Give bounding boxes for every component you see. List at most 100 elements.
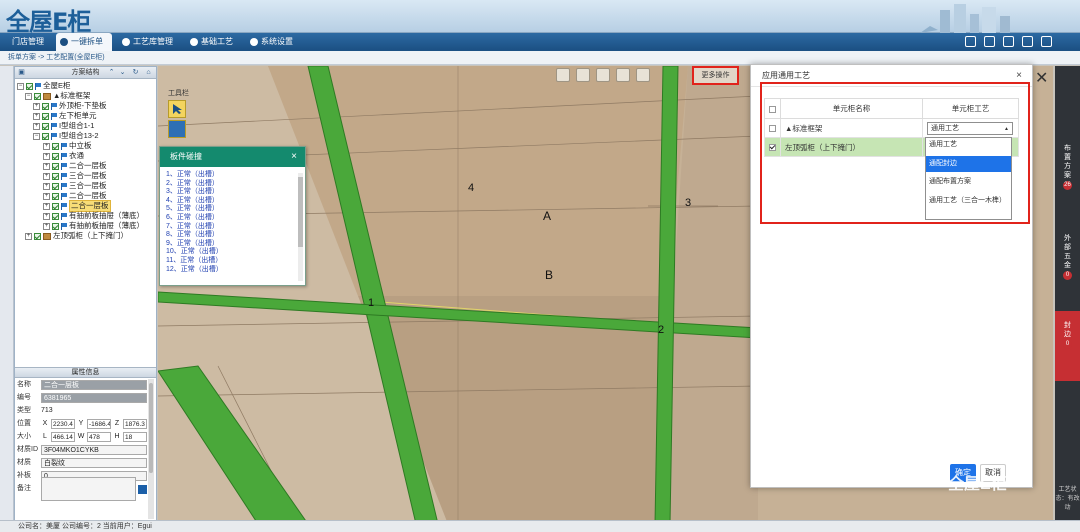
flag-icon bbox=[61, 162, 67, 170]
home-icon[interactable]: ⌂ bbox=[144, 68, 153, 77]
flag-icon bbox=[61, 152, 67, 160]
prop-size: 大小 L 466.14 W 478 H 18 bbox=[17, 431, 147, 443]
close-icon[interactable]: × bbox=[291, 147, 297, 167]
count-badge: 0 bbox=[1063, 340, 1072, 349]
fullscreen-icon[interactable] bbox=[616, 68, 630, 82]
watermark-left: 大数跨境 bbox=[60, 504, 125, 521]
header-toolbar bbox=[965, 36, 1052, 47]
close-icon[interactable]: ✕ bbox=[1035, 68, 1048, 88]
settings-icon bbox=[250, 38, 258, 46]
tree-node[interactable]: + 外顶柜-下垫板 bbox=[17, 101, 154, 111]
copy-icon[interactable] bbox=[168, 120, 186, 138]
list-item[interactable]: 11、正常（出槽） bbox=[166, 257, 299, 266]
menu-craft-library[interactable]: 工艺库管理 bbox=[118, 33, 177, 51]
point-label-2: 2 bbox=[658, 324, 664, 336]
flag-icon bbox=[51, 112, 57, 120]
flag-icon bbox=[61, 172, 67, 180]
pos-x-field[interactable]: 2230.4 bbox=[51, 419, 75, 429]
tree-node[interactable]: + 左顶弧柜（上下掩门） bbox=[17, 231, 154, 241]
flag-icon bbox=[61, 192, 67, 200]
layers-icon[interactable] bbox=[596, 68, 610, 82]
collapse-all-icon[interactable]: ⌃ bbox=[107, 68, 116, 77]
tree-node[interactable]: + 衣通 bbox=[17, 151, 154, 161]
user-icon[interactable] bbox=[1003, 36, 1014, 47]
viewport-toolbar bbox=[556, 68, 650, 82]
refresh-icon[interactable]: ↻ bbox=[131, 68, 140, 77]
left-panel: ▣ 方案结构 ⌃ ⌄ ↻ ⌂ − 全屋E柜 − ▲标准框架 + 外顶柜-下垫板 + 左下… bbox=[14, 66, 157, 524]
menu-system-settings[interactable]: 系统设置 bbox=[246, 33, 297, 51]
tree-node[interactable]: − 全屋E柜 bbox=[17, 81, 154, 91]
tree-node[interactable]: + 二合一层板 bbox=[17, 161, 154, 171]
count-badge: 26 bbox=[1063, 181, 1072, 190]
properties-scrollbar[interactable] bbox=[148, 379, 154, 519]
collision-icon[interactable] bbox=[636, 68, 650, 82]
pos-y-field[interactable]: -1686.4 bbox=[87, 419, 111, 429]
size-w-field[interactable]: 478 bbox=[87, 432, 111, 442]
select-arrow-icon[interactable] bbox=[168, 100, 186, 118]
tree-node[interactable]: + 中立板 bbox=[17, 141, 154, 151]
view-icon[interactable] bbox=[556, 68, 570, 82]
flag-icon bbox=[35, 82, 41, 90]
target-icon[interactable] bbox=[576, 68, 590, 82]
app-header: 全屋E柜 bbox=[0, 0, 1080, 36]
tool-palette: 工具栏 bbox=[168, 88, 192, 148]
collision-scrollbar[interactable] bbox=[298, 173, 303, 281]
material-id-field[interactable]: 3F04MKO1CYKB bbox=[41, 445, 147, 455]
tree-node-selected[interactable]: + 二合一层板 bbox=[17, 200, 154, 212]
pos-z-field[interactable]: 1876.3 bbox=[123, 419, 147, 429]
exit-icon[interactable] bbox=[1041, 36, 1052, 47]
list-item[interactable]: 3、正常（出槽） bbox=[166, 188, 299, 197]
tree-node[interactable]: − I型组合13-2 bbox=[17, 131, 154, 141]
tree-node[interactable]: + 有抽前板抽屉（薄底） bbox=[17, 211, 154, 221]
tree-node[interactable]: + 三合一层板 bbox=[17, 171, 154, 181]
menu-basic-craft[interactable]: 基础工艺 bbox=[186, 33, 237, 51]
calendar-icon[interactable] bbox=[984, 36, 995, 47]
list-item[interactable]: 1、正常（出槽） bbox=[166, 171, 299, 180]
main-menu: 门店管理 一键拆单 工艺库管理 基础工艺 系统设置 bbox=[0, 33, 1080, 51]
tree-node[interactable]: − ▲标准框架 bbox=[17, 91, 154, 101]
collision-panel-header: 板件碰撞 × bbox=[160, 147, 305, 167]
tree-node[interactable]: + 有抽前板抽屉（薄底） bbox=[17, 221, 154, 231]
size-l-field[interactable]: 466.14 bbox=[51, 432, 75, 442]
split-icon bbox=[60, 38, 68, 46]
tab-external-hardware[interactable]: 外部五金 0 bbox=[1055, 234, 1080, 280]
list-item[interactable]: 12、正常（出槽） bbox=[166, 266, 299, 275]
expand-all-icon[interactable]: ⌄ bbox=[118, 68, 127, 77]
skyline-decoration bbox=[920, 4, 1010, 33]
prop-type: 类型 713 bbox=[17, 407, 53, 414]
menu-store-management[interactable]: 门店管理 bbox=[8, 33, 48, 51]
camera-icon[interactable] bbox=[965, 36, 976, 47]
list-item[interactable]: 2、正常（出槽） bbox=[166, 180, 299, 189]
collision-list: 1、正常（出槽） 2、正常（出槽） 3、正常（出槽） 4、正常（出槽） 5、正常… bbox=[160, 167, 305, 283]
structure-tree: − 全屋E柜 − ▲标准框架 + 外顶柜-下垫板 + 左下柜单元 + I型组合1-1 − I… bbox=[15, 79, 156, 243]
prop-position: 位置 X 2230.4 Y -1686.4 Z 1876.3 bbox=[17, 418, 147, 430]
size-h-field[interactable]: 18 bbox=[123, 432, 147, 442]
tab-edge-banding[interactable]: 封边 0 bbox=[1055, 311, 1080, 381]
right-tab-strip: 布置方案 26 外部五金 0 封边 0 工艺状态：有改动 bbox=[1055, 66, 1080, 524]
tab-layout-plan[interactable]: 布置方案 26 bbox=[1055, 144, 1080, 190]
more-operations-button[interactable]: 更多操作 bbox=[692, 66, 739, 85]
material-field[interactable]: 白裂纹 bbox=[41, 458, 147, 468]
point-label-3: 3 bbox=[685, 197, 691, 209]
list-item[interactable]: 7、正常（出槽） bbox=[166, 223, 299, 232]
count-badge: 0 bbox=[1063, 271, 1072, 280]
list-item[interactable]: 10、正常（出槽） bbox=[166, 248, 299, 257]
list-item[interactable]: 6、正常（出槽） bbox=[166, 214, 299, 223]
breadcrumb[interactable]: 拆单方案 -> 工艺配置(全屋E柜) bbox=[0, 51, 1080, 65]
prop-note: 备注 bbox=[17, 477, 147, 501]
tree-node[interactable]: + I型组合1-1 bbox=[17, 121, 154, 131]
left-collapse-strip[interactable] bbox=[0, 66, 14, 524]
gear-icon[interactable] bbox=[1022, 36, 1033, 47]
menu-one-click-split[interactable]: 一键拆单 bbox=[56, 33, 112, 51]
flag-icon bbox=[51, 122, 57, 130]
list-item[interactable]: 5、正常（出槽） bbox=[166, 205, 299, 214]
point-label-4: 4 bbox=[468, 182, 474, 194]
region-label-b: B bbox=[545, 268, 553, 282]
tree-node[interactable]: + 左下柜单元 bbox=[17, 111, 154, 121]
structure-title: 方案结构 bbox=[71, 69, 100, 76]
tree-node[interactable]: + 三合一层板 bbox=[17, 181, 154, 191]
panel-icon: ▣ bbox=[18, 69, 25, 76]
save-icon[interactable] bbox=[138, 484, 147, 494]
list-item[interactable]: 8、正常（出槽） bbox=[166, 231, 299, 240]
prop-material: 材质 白裂纹 bbox=[17, 457, 147, 469]
